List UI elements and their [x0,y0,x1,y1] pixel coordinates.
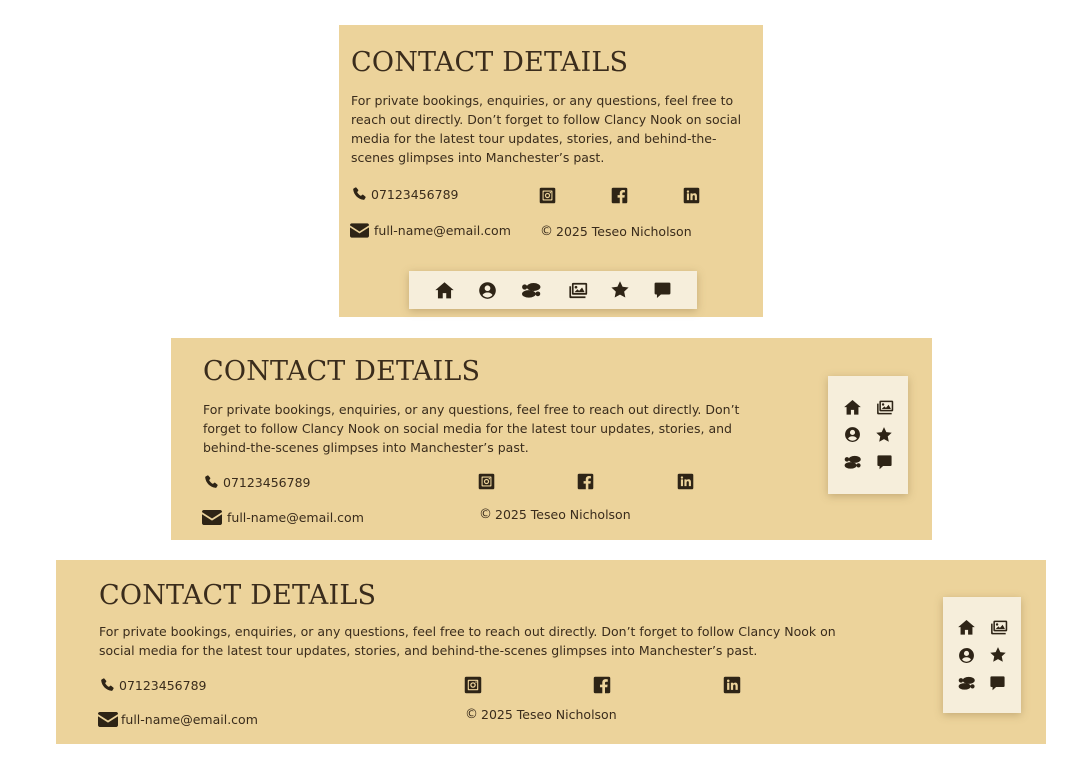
profile-icon [478,281,497,300]
side-nav-panel [943,597,1021,713]
chat-icon [876,454,893,471]
phone-icon [351,186,367,202]
profile-icon [958,647,975,664]
nav-home-button[interactable] [843,398,862,417]
home-icon [843,398,862,417]
page-title: CONTACT DETAILS [351,47,629,78]
copyright-symbol: © [465,707,478,722]
side-nav-panel [828,376,908,494]
email-address: full-name@email.com [227,510,364,525]
instagram-icon[interactable] [539,187,556,204]
email-link[interactable]: full-name@email.com [350,223,511,238]
nav-reviews-button[interactable] [989,646,1007,664]
nav-tours-button[interactable] [842,454,863,470]
nav-profile-button[interactable] [958,647,975,664]
nav-profile-button[interactable] [478,281,497,300]
footsteps-icon [519,281,543,299]
contact-panel-tablet: CONTACT DETAILS For private bookings, en… [171,338,932,540]
nav-tours-button[interactable] [956,675,977,691]
phone-icon [99,677,115,693]
contact-description: For private bookings, enquiries, or any … [99,624,836,658]
linkedin-icon[interactable] [677,473,694,490]
nav-home-button[interactable] [434,280,455,301]
nav-tours-button[interactable] [519,281,543,299]
star-icon [989,646,1007,664]
gallery-icon [874,399,894,416]
nav-gallery-button[interactable] [874,399,894,416]
mail-icon [350,223,369,238]
footsteps-icon [842,454,863,470]
phone-number: 07123456789 [119,677,207,693]
facebook-icon[interactable] [611,187,628,204]
phone-number: 07123456789 [223,474,311,490]
copyright: © 2025 Teseo Nicholson [465,707,617,722]
nav-contact-button[interactable] [653,281,672,300]
mail-icon [202,510,222,525]
page-title: CONTACT DETAILS [203,356,481,387]
mail-icon [98,712,118,727]
facebook-icon[interactable] [593,676,611,694]
copyright: © 2025 Teseo Nicholson [540,224,692,239]
bottom-nav-bar [409,271,697,309]
chat-icon [989,675,1006,692]
email-address: full-name@email.com [121,712,258,727]
copyright-symbol: © [540,224,553,239]
linkedin-icon[interactable] [683,187,700,204]
nav-gallery-button[interactable] [988,619,1008,636]
instagram-icon[interactable] [464,676,482,694]
nav-reviews-button[interactable] [875,426,893,444]
copyright: © 2025 Teseo Nicholson [479,507,631,522]
copyright-symbol: © [479,507,492,522]
phone-link[interactable]: 07123456789 [99,677,206,693]
star-icon [610,280,630,300]
gallery-icon [566,281,588,300]
nav-contact-button[interactable] [876,454,893,471]
star-icon [875,426,893,444]
copyright-text: 2025 Teseo Nicholson [495,507,631,522]
phone-link[interactable]: 07123456789 [203,474,310,490]
email-link[interactable]: full-name@email.com [202,510,364,525]
home-icon [957,618,976,637]
nav-home-button[interactable] [957,618,976,637]
nav-contact-button[interactable] [989,675,1006,692]
nav-profile-button[interactable] [844,426,861,443]
phone-icon [203,474,219,490]
page-title: CONTACT DETAILS [99,580,377,611]
facebook-icon[interactable] [577,473,594,490]
chat-icon [653,281,672,300]
footsteps-icon [956,675,977,691]
gallery-icon [988,619,1008,636]
nav-gallery-button[interactable] [566,281,588,300]
copyright-text: 2025 Teseo Nicholson [481,707,617,722]
email-address: full-name@email.com [374,223,511,238]
contact-description: For private bookings, enquiries, or any … [351,93,742,165]
home-icon [434,280,455,301]
phone-number: 07123456789 [371,186,459,202]
contact-description: For private bookings, enquiries, or any … [203,402,740,455]
phone-link[interactable]: 07123456789 [351,186,458,202]
instagram-icon[interactable] [478,473,495,490]
copyright-text: 2025 Teseo Nicholson [556,224,692,239]
contact-panel-desktop: CONTACT DETAILS For private bookings, en… [56,560,1046,744]
contact-panel-mobile: CONTACT DETAILS For private bookings, en… [339,25,763,317]
email-link[interactable]: full-name@email.com [98,712,258,727]
profile-icon [844,426,861,443]
nav-reviews-button[interactable] [610,280,630,300]
linkedin-icon[interactable] [723,676,741,694]
